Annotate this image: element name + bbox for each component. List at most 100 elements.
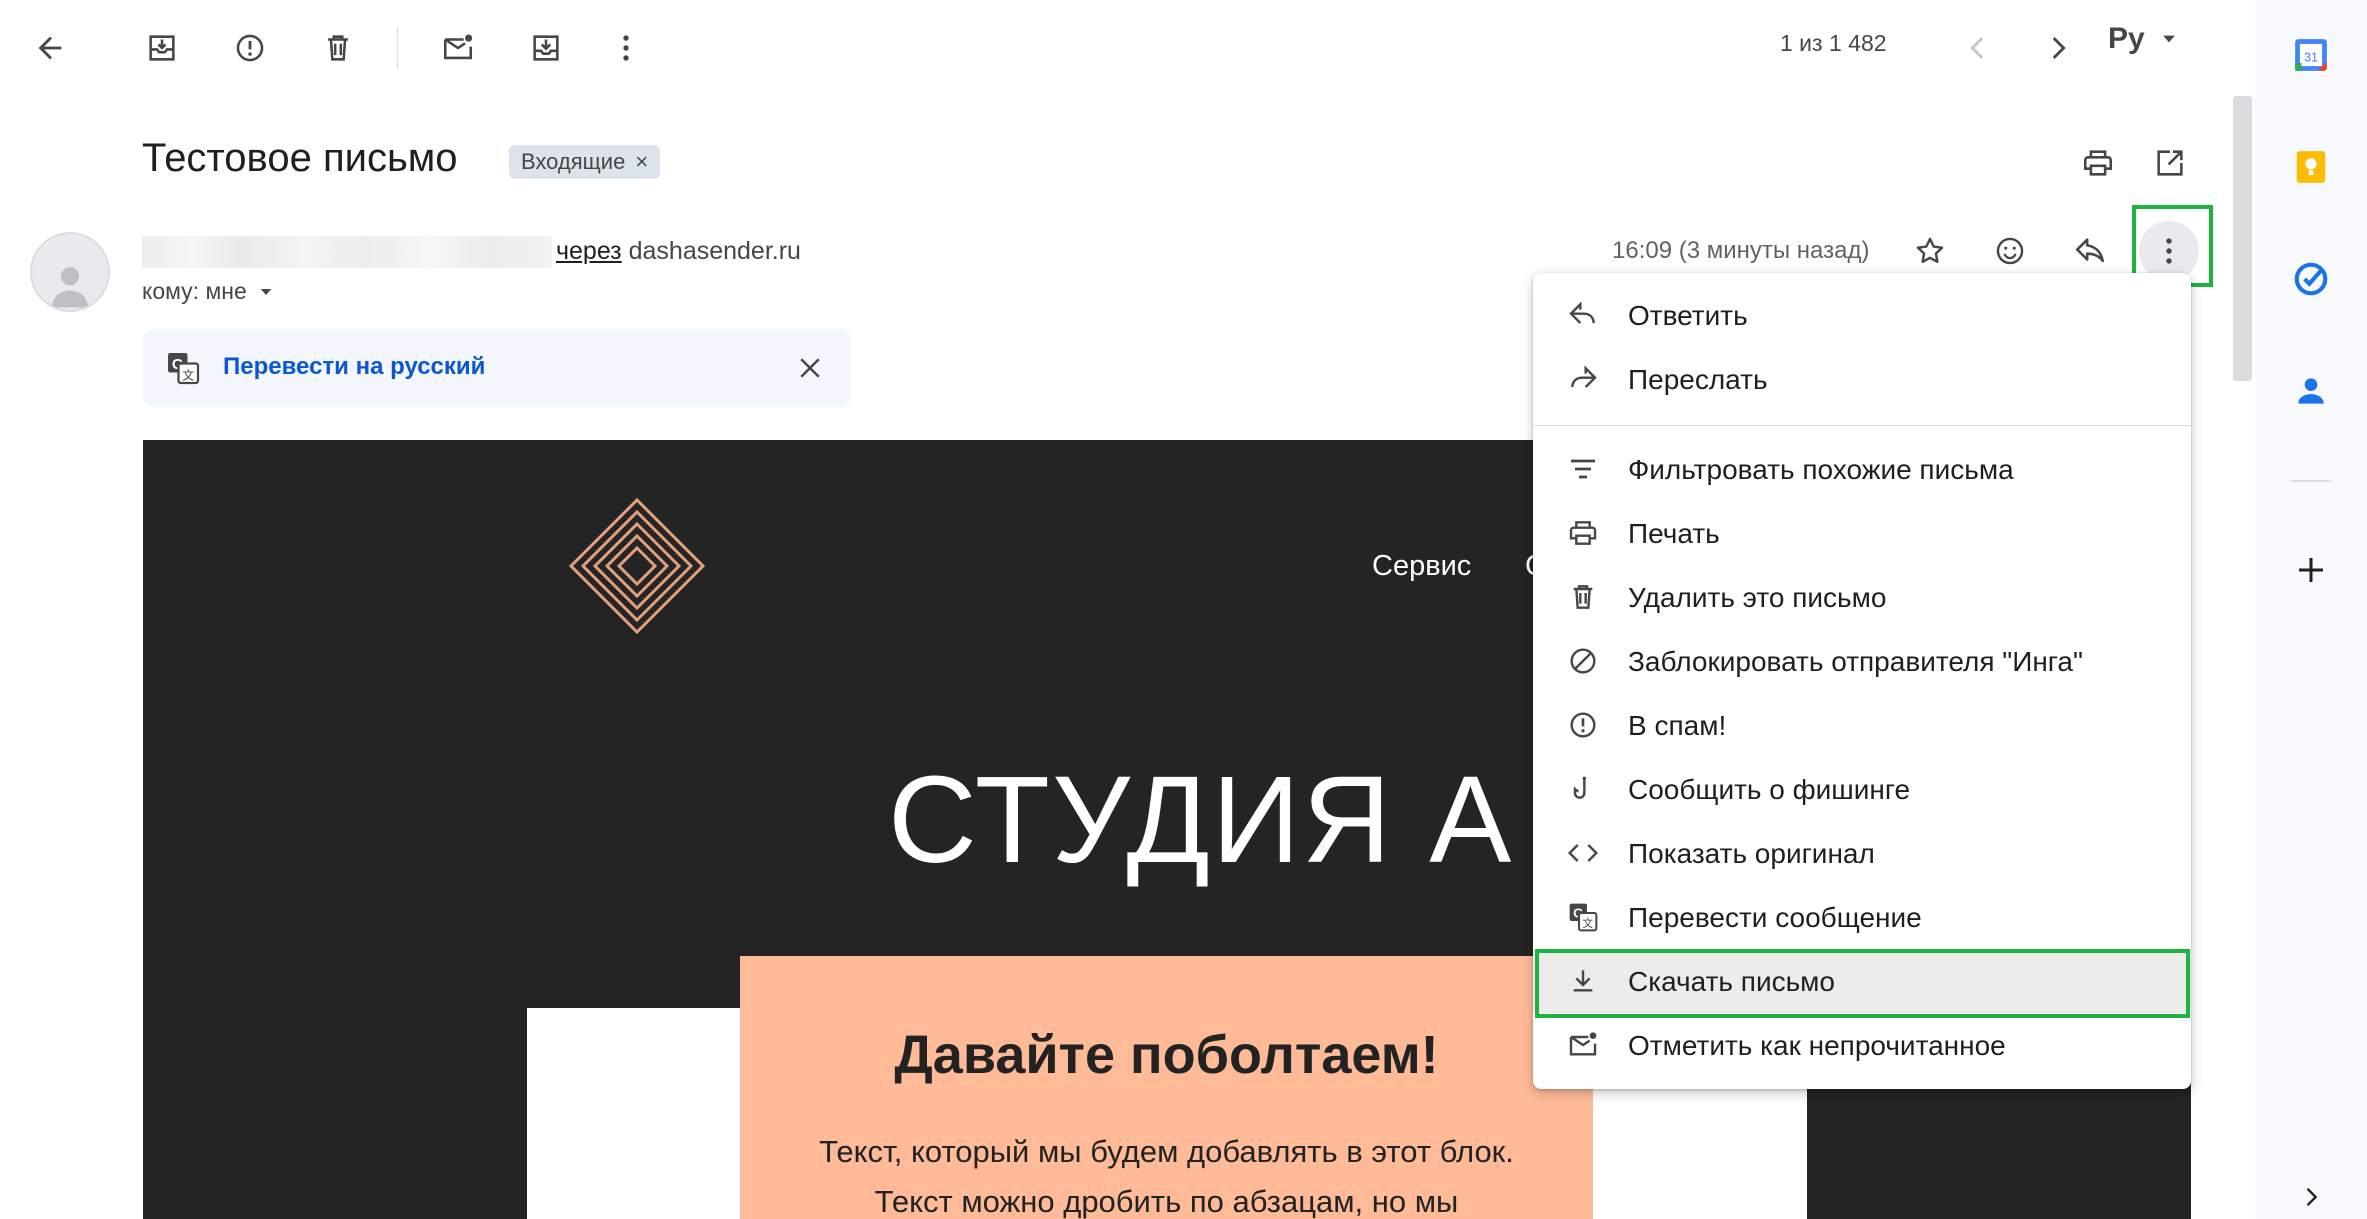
menu-item-translate[interactable]: G 文 Перевести сообщение xyxy=(1533,885,2191,949)
email-time: 16:09 (3 минуты назад) xyxy=(1612,237,1870,264)
side-panel: 31 xyxy=(2255,0,2367,1219)
translate-bar: G 文 Перевести на русский xyxy=(143,329,851,407)
email-subject: Тестовое письмо xyxy=(142,136,458,180)
contacts-icon xyxy=(2298,378,2324,404)
remove-label-icon[interactable]: × xyxy=(635,149,648,175)
calendar-day: 31 xyxy=(2304,50,2318,64)
more-vert-icon xyxy=(623,35,629,61)
chevron-right-icon xyxy=(2052,37,2066,59)
more-toolbar-button[interactable] xyxy=(596,18,656,78)
report-spam-button[interactable] xyxy=(220,18,280,78)
tasks-app-button[interactable] xyxy=(2286,254,2336,304)
translate-link[interactable]: Перевести на русский xyxy=(223,353,485,381)
tasks-icon xyxy=(2294,262,2328,296)
keep-icon xyxy=(2296,151,2326,183)
archive-button[interactable] xyxy=(132,18,192,78)
keep-app-button[interactable] xyxy=(2286,142,2336,192)
reply-button[interactable] xyxy=(2060,221,2120,281)
caret-down-icon xyxy=(2162,35,2175,43)
menu-item-phishing[interactable]: Сообщить о фишинге xyxy=(1533,757,2191,821)
move-to-button[interactable] xyxy=(516,18,576,78)
chevron-right-icon xyxy=(2306,1188,2318,1206)
menu-item-label: Показать оригинал xyxy=(1628,838,1875,869)
menu-item-label: Отметить как непрочитанное xyxy=(1628,1030,2006,1061)
recipient-details[interactable]: кому: мне xyxy=(142,278,275,305)
via-word[interactable]: через xyxy=(556,237,622,265)
menu-item-show-original[interactable]: Показать оригинал xyxy=(1533,821,2191,885)
menu-item-label: Сообщить о фишинге xyxy=(1628,774,1911,805)
spam-icon xyxy=(236,34,264,62)
reply-icon xyxy=(2075,238,2105,263)
get-addons-button[interactable] xyxy=(2286,545,2336,595)
menu-item-print[interactable]: Печать xyxy=(1533,501,2191,565)
menu-item-block-sender[interactable]: Заблокировать отправителя "Инга" xyxy=(1533,629,2191,693)
open-in-new-icon xyxy=(2157,150,2183,176)
menu-item-label: Заблокировать отправителя "Инга" xyxy=(1628,646,2083,677)
show-side-panel-button[interactable] xyxy=(2286,1172,2336,1219)
forward-icon xyxy=(1567,363,1599,395)
redacted-sender-name xyxy=(142,236,552,268)
print-icon xyxy=(2083,150,2113,176)
delete-button[interactable] xyxy=(308,18,368,78)
caret-down-icon xyxy=(260,288,272,295)
star-icon xyxy=(1916,237,1944,263)
translate-icon: G 文 xyxy=(1567,901,1599,933)
move-to-inbox-icon xyxy=(533,35,559,61)
menu-item-label: Ответить xyxy=(1628,300,1748,331)
translate-icon: G 文 xyxy=(168,353,200,385)
input-tools-button[interactable]: Ру xyxy=(2108,22,2179,56)
arrow-left-icon xyxy=(38,36,62,60)
older-button[interactable] xyxy=(2028,18,2088,78)
contacts-app-button[interactable] xyxy=(2286,366,2336,416)
via-domain: dashasender.ru xyxy=(628,237,801,265)
mark-unread-icon xyxy=(443,34,473,60)
emoji-reaction-button[interactable] xyxy=(1980,221,2040,281)
nav-link-service[interactable]: Сервис xyxy=(1372,550,1471,583)
open-new-window-button[interactable] xyxy=(2140,133,2200,193)
menu-item-spam[interactable]: В спам! xyxy=(1533,693,2191,757)
chat-block-text-line2: Текст можно дробить по абзацам, но мы xyxy=(874,1184,1459,1219)
menu-item-label: Фильтровать похожие письма xyxy=(1628,454,2014,485)
svg-text:文: 文 xyxy=(1582,917,1593,930)
person-icon xyxy=(51,267,89,308)
avatar[interactable] xyxy=(30,232,110,312)
menu-item-filter[interactable]: Фильтровать похожие письма xyxy=(1533,437,2191,501)
trash-icon xyxy=(1567,581,1599,613)
scrollbar-thumb[interactable] xyxy=(2233,96,2252,381)
back-button[interactable] xyxy=(20,18,80,78)
lang-label: Ру xyxy=(2108,22,2145,55)
calendar-app-button[interactable]: 31 xyxy=(2286,30,2336,80)
menu-item-label: Удалить это письмо xyxy=(1628,582,1887,613)
recipient-text: кому: мне xyxy=(142,278,247,304)
menu-item-forward[interactable]: Переслать xyxy=(1533,347,2191,411)
mark-unread-icon xyxy=(1567,1029,1599,1061)
chevron-left-icon xyxy=(1970,37,1984,59)
studio-logo-icon xyxy=(568,497,706,635)
pager-count: 1 из 1 482 xyxy=(1780,30,1887,56)
close-icon[interactable] xyxy=(795,353,825,383)
newer-button[interactable] xyxy=(1948,18,2008,78)
chat-block-text-line1: Текст, который мы будем добавлять в этот… xyxy=(819,1134,1514,1169)
archive-icon xyxy=(149,35,175,61)
menu-item-delete[interactable]: Удалить это письмо xyxy=(1533,565,2191,629)
chat-block: Давайте поболтаем! Текст, который мы буд… xyxy=(740,956,1593,1219)
menu-item-mark-unread[interactable]: Отметить как непрочитанное xyxy=(1533,1013,2191,1077)
menu-divider xyxy=(1533,425,2191,426)
emoji-icon xyxy=(1996,237,2024,265)
menu-item-label: Перевести сообщение xyxy=(1628,902,1922,933)
mark-unread-button[interactable] xyxy=(428,18,488,78)
reply-icon xyxy=(1567,299,1599,331)
block-icon xyxy=(1567,645,1599,677)
print-all-button[interactable] xyxy=(2068,133,2128,193)
plus-icon xyxy=(2299,558,2323,582)
svg-text:文: 文 xyxy=(182,367,194,382)
menu-item-reply[interactable]: Ответить xyxy=(1533,283,2191,347)
mail-main-pane: 1 из 1 482 Ру Тестовое письмо Входящие ×… xyxy=(0,0,2255,1219)
menu-item-label: В спам! xyxy=(1628,710,1727,741)
label-text: Входящие xyxy=(521,149,626,174)
toolbar-divider xyxy=(397,28,398,68)
code-icon xyxy=(1567,837,1599,869)
chat-block-title: Давайте поболтаем! xyxy=(894,1025,1439,1085)
star-button[interactable] xyxy=(1900,221,1960,281)
studio-heading: СТУДИЯ А xyxy=(888,752,1514,889)
